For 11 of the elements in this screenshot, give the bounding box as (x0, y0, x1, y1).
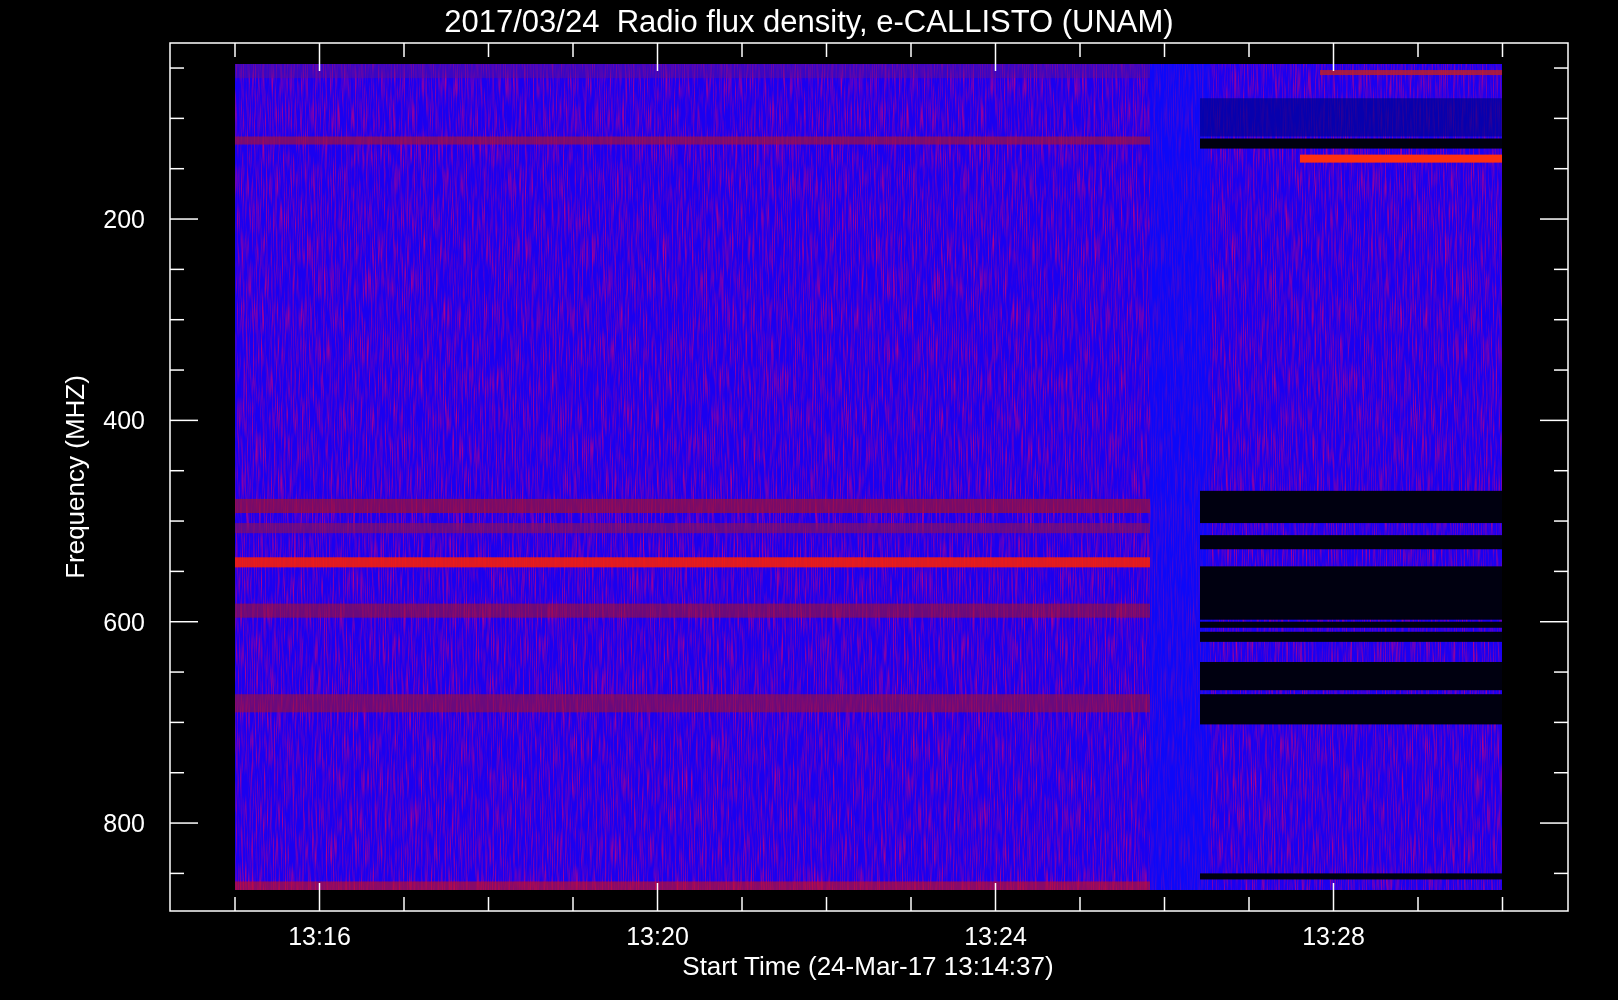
y-axis-label: Frequency (MHZ) (60, 375, 90, 579)
y-tick-label: 800 (103, 809, 145, 838)
y-tick-label: 400 (103, 406, 145, 435)
x-tick-label: 13:24 (964, 922, 1027, 950)
x-tick-label: 13:16 (288, 922, 351, 950)
x-tick-label: 13:20 (626, 922, 689, 950)
chart-title: 2017/03/24 Radio flux density, e-CALLISTO (UNAM) (444, 4, 1174, 39)
y-tick-label: 600 (103, 607, 145, 636)
y-tick-label: 200 (103, 205, 145, 234)
x-tick-label: 13:28 (1302, 922, 1365, 950)
x-axis-label: Start Time (24-Mar-17 13:14:37) (682, 951, 1054, 981)
